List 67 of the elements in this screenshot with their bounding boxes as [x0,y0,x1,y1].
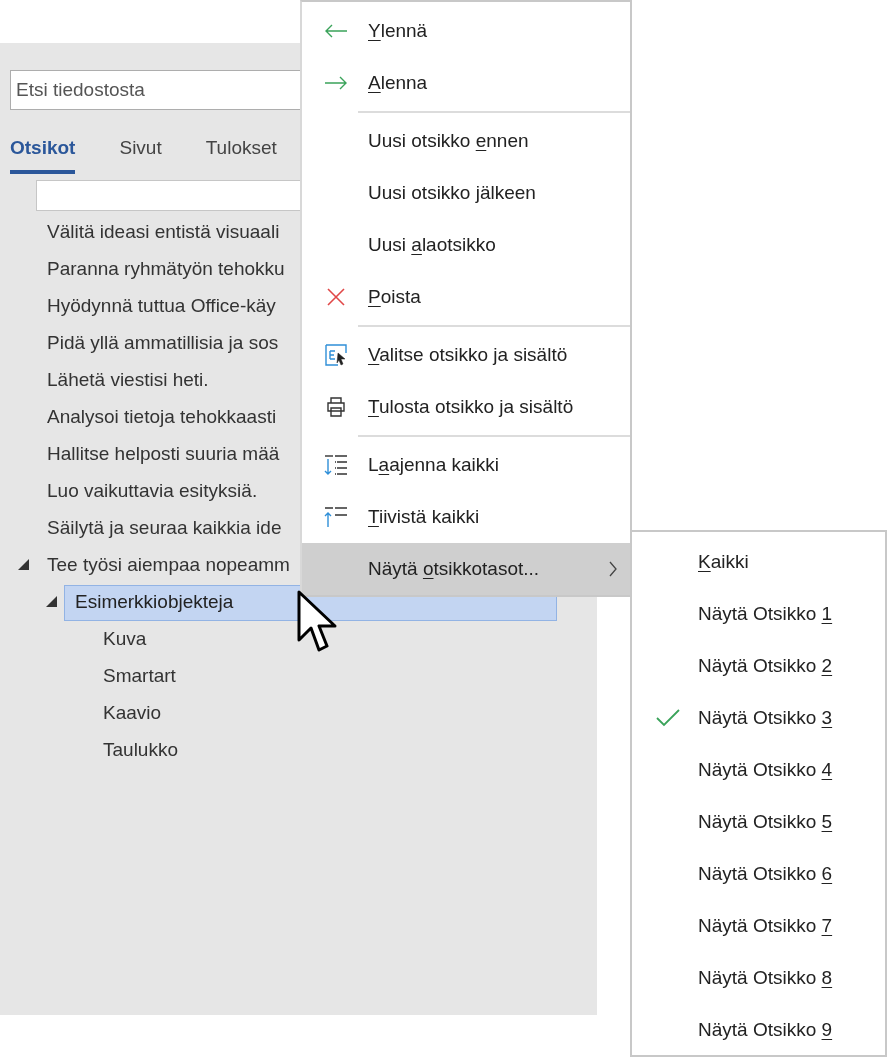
outline-item[interactable]: Pidä yllä ammatillisia ja sos [47,329,279,358]
menu-item[interactable]: Valitse otsikko ja sisältö [302,329,630,381]
submenu-item-label: Näytä Otsikko 9 [698,1017,833,1042]
menu-item-label: Uusi otsikko jälkeen [368,180,536,205]
outline-item[interactable]: Säilytä ja seuraa kaikkia ide [47,514,282,543]
outline-item[interactable]: Kaavio [103,699,162,728]
menu-item-label: Poista [368,284,421,309]
outline-item[interactable]: Luo vaikuttavia esityksiä. [47,477,258,506]
outline-item[interactable]: Analysoi tietoja tehokkaasti [47,403,277,432]
menu-item-label: Tiivistä kaikki [368,504,480,529]
submenu-item[interactable]: Näytä Otsikko 8 [632,952,885,1004]
menu-item-label: Valitse otsikko ja sisältö [368,342,568,367]
tab[interactable]: Sivut [119,132,162,174]
menu-item-label: Ylennä [368,18,428,43]
submenu-item[interactable]: Näytä Otsikko 9 [632,1004,885,1056]
menu-item[interactable]: Näytä otsikkotasot... [302,543,630,595]
tab[interactable]: Tulokset [205,132,277,174]
expand-triangle-icon[interactable] [46,596,57,607]
submenu-item-label: Näytä Otsikko 3 [698,705,833,730]
outline-item[interactable]: Hallitse helposti suuria mää [47,440,280,469]
submenu-item-label: Näytä Otsikko 1 [698,601,833,626]
menu-item-label: Tulosta otsikko ja sisältö [368,394,574,419]
menu-item-label: Uusi alaotsikko [368,232,496,257]
expand-triangle-icon[interactable] [18,559,29,570]
outline-item[interactable]: Tee työsi aiempaa nopeamm [47,551,290,580]
outline-item[interactable]: Paranna ryhmätyön tehokku [47,255,285,284]
outline-item[interactable]: Kuva [103,625,147,654]
submenu-item[interactable]: Näytä Otsikko 1 [632,588,885,640]
outline-item[interactable]: Smartart [103,662,176,691]
submenu-item-label: Näytä Otsikko 5 [698,809,833,834]
menu-item[interactable]: Uusi otsikko ennen [302,115,630,167]
outline-item[interactable]: Välitä ideasi entistä visuaali [47,218,280,247]
menu-item[interactable]: Uusi alaotsikko [302,219,630,271]
menu-item-label: Näytä otsikkotasot... [368,556,540,581]
arrow-left-icon [324,24,348,38]
submenu-item-label: Näytä Otsikko 6 [698,861,833,886]
submenu-item[interactable]: Kaikki [632,536,885,588]
submenu-item[interactable]: Näytä Otsikko 6 [632,848,885,900]
collapse-list-icon [324,505,348,529]
submenu-item[interactable]: Näytä Otsikko 5 [632,796,885,848]
outline-item[interactable]: Hyödynnä tuttua Office-käy [47,292,276,321]
arrow-right-icon [324,76,348,90]
select-text-icon [324,343,348,367]
outline-item[interactable]: Lähetä viestisi heti. [47,366,209,395]
submenu-item-label: Näytä Otsikko 8 [698,965,833,990]
menu-item[interactable]: Tiivistä kaikki [302,491,630,543]
printer-icon [324,395,348,419]
submenu-item[interactable]: Näytä Otsikko 2 [632,640,885,692]
checkmark-icon [656,709,680,727]
chevron-right-icon [608,561,618,577]
submenu-item-label: Näytä Otsikko 2 [698,653,833,678]
menu-item[interactable]: Tulosta otsikko ja sisältö [302,381,630,433]
submenu-item[interactable]: Näytä Otsikko 4 [632,744,885,796]
submenu-item[interactable]: Näytä Otsikko 3 [632,692,885,744]
submenu-item-label: Näytä Otsikko 4 [698,757,833,782]
submenu-item-label: Kaikki [698,549,749,574]
expand-list-icon [324,453,348,477]
outline-item[interactable]: Taulukko [103,736,178,765]
menu-item[interactable]: Uusi otsikko jälkeen [302,167,630,219]
menu-item-label: Uusi otsikko ennen [368,128,529,153]
menu-item[interactable]: Poista [302,271,630,323]
tab[interactable]: Otsikot [10,132,76,174]
submenu-item-label: Näytä Otsikko 7 [698,913,833,938]
submenu-item[interactable]: Näytä Otsikko 7 [632,900,885,952]
menu-item-label: Laajenna kaikki [368,452,499,477]
menu-item[interactable]: Ylennä [302,5,630,57]
menu-item[interactable]: Laajenna kaikki [302,439,630,491]
